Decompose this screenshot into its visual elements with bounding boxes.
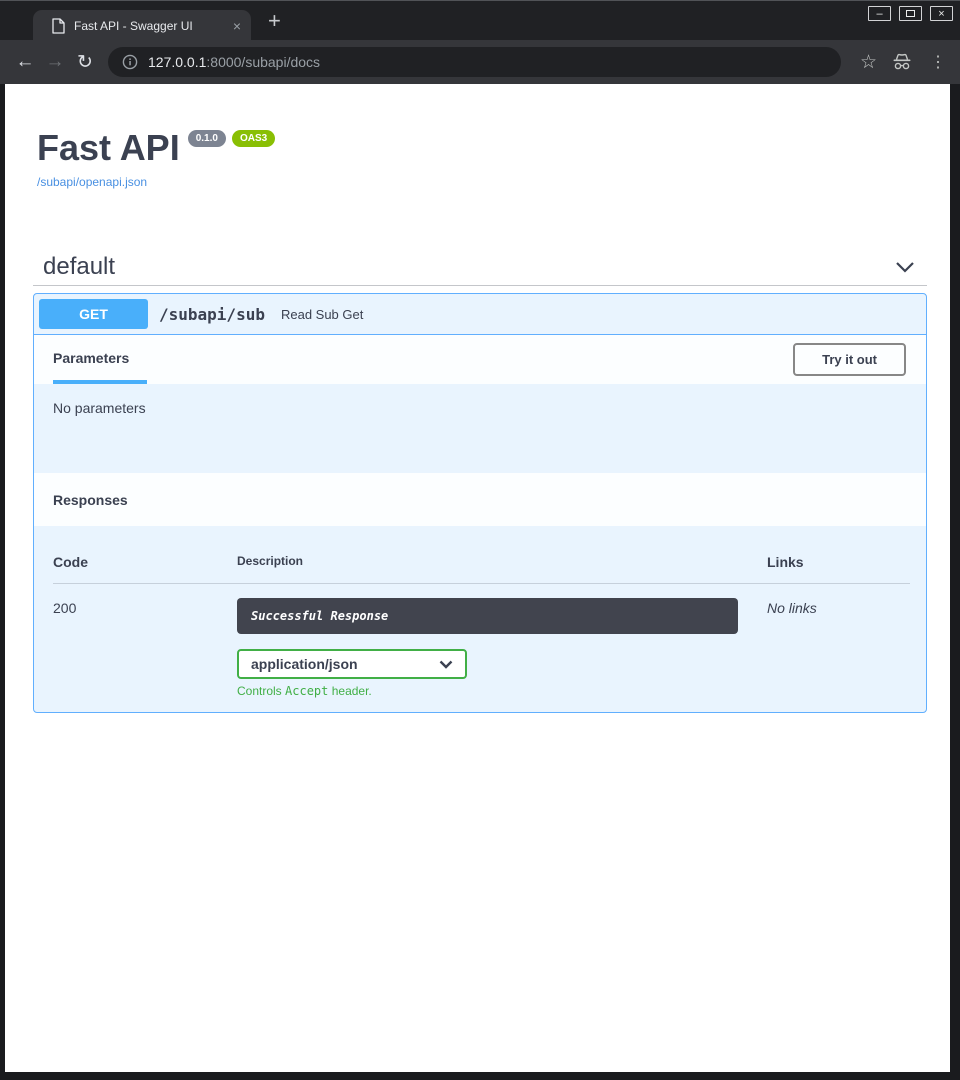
oas3-badge: OAS3 xyxy=(232,130,275,147)
site-info-icon[interactable] xyxy=(122,54,138,70)
tab-title: Fast API - Swagger UI xyxy=(74,19,227,33)
tab-parameters: Parameters xyxy=(53,335,147,384)
browser-menu-icon[interactable]: ⋮ xyxy=(930,52,946,72)
api-info: Fast API 0.1.0 OAS3 /subapi/openapi.json xyxy=(33,128,927,191)
page-content: Fast API 0.1.0 OAS3 /subapi/openapi.json d… xyxy=(5,84,950,1072)
page-favicon-icon xyxy=(51,18,65,34)
no-parameters-text: No parameters xyxy=(53,400,146,416)
try-it-out-button[interactable]: Try it out xyxy=(793,343,906,376)
response-description-box: Successful Response xyxy=(237,598,738,634)
responses-body: Code Description Links 200 Successful Re… xyxy=(34,526,926,712)
tab-close-icon[interactable]: × xyxy=(233,19,241,33)
media-type-select[interactable]: application/json xyxy=(237,649,467,679)
media-type-value: application/json xyxy=(251,656,358,672)
url-text: 127.0.0.1:8000/subapi/docs xyxy=(148,54,320,70)
response-code: 200 xyxy=(53,584,237,698)
responses-header: Responses xyxy=(34,473,926,526)
openapi-spec-link[interactable]: /subapi/openapi.json xyxy=(37,175,147,189)
accept-header-note: Controls Accept header. xyxy=(237,684,767,698)
maximize-button[interactable] xyxy=(899,6,922,21)
column-header-links: Links xyxy=(767,554,910,584)
operation-summary[interactable]: GET /subapi/sub Read Sub Get xyxy=(34,294,926,335)
response-links: No links xyxy=(767,584,910,698)
collapse-chevron-icon[interactable] xyxy=(895,261,915,273)
parameters-header: Parameters Try it out xyxy=(34,335,926,384)
reload-icon[interactable]: ↻ xyxy=(70,51,100,74)
responses-title: Responses xyxy=(53,492,128,508)
version-badge: 0.1.0 xyxy=(188,130,226,147)
tag-title: default xyxy=(43,253,115,281)
new-tab-button[interactable]: + xyxy=(268,8,281,34)
browser-titlebar: Fast API - Swagger UI × + – × xyxy=(0,0,960,40)
minimize-button[interactable]: – xyxy=(868,6,891,21)
back-icon[interactable]: ← xyxy=(10,51,40,73)
tag-section-header[interactable]: default xyxy=(33,249,927,286)
incognito-icon xyxy=(891,53,913,71)
close-button[interactable]: × xyxy=(930,6,953,21)
browser-toolbar: ← → ↻ 127.0.0.1:8000/subapi/docs ☆ ⋮ xyxy=(0,40,960,84)
parameters-body: No parameters xyxy=(34,384,926,473)
forward-icon[interactable]: → xyxy=(40,51,70,73)
address-bar[interactable]: 127.0.0.1:8000/subapi/docs xyxy=(108,47,841,77)
bookmark-star-icon[interactable]: ☆ xyxy=(860,51,877,74)
column-header-description: Description xyxy=(237,554,767,584)
window-controls: – × xyxy=(868,6,953,21)
response-description-cell: Successful Response application/json Con… xyxy=(237,584,767,698)
method-badge: GET xyxy=(39,299,148,329)
opblock-get-subapi-sub: GET /subapi/sub Read Sub Get Parameters … xyxy=(33,293,927,713)
operation-path: /subapi/sub xyxy=(159,305,265,324)
browser-tab[interactable]: Fast API - Swagger UI × xyxy=(33,10,251,41)
operation-description: Read Sub Get xyxy=(281,307,363,322)
select-chevron-down-icon xyxy=(439,660,453,669)
maximize-icon xyxy=(906,10,915,17)
column-header-code: Code xyxy=(53,554,237,584)
api-title: Fast API xyxy=(37,127,180,168)
